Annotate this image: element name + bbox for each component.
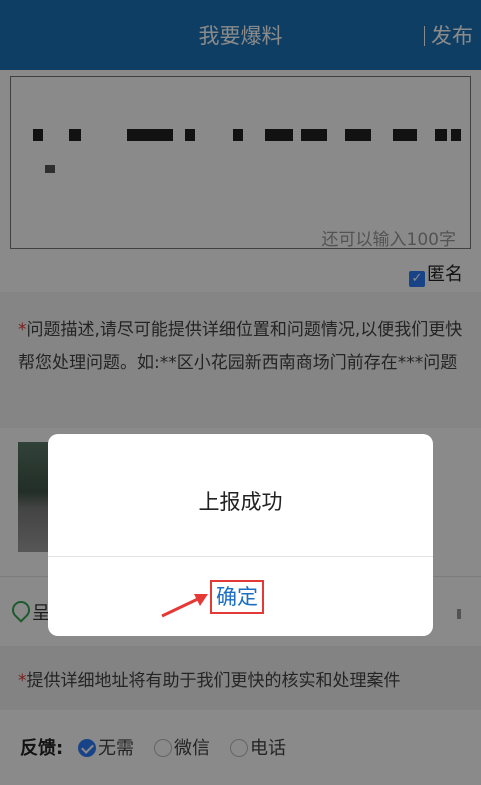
success-dialog: 上报成功 确定 [48, 434, 433, 636]
dialog-divider [48, 556, 433, 557]
arrow-icon [161, 594, 208, 618]
confirm-button[interactable]: 确定 [210, 580, 264, 614]
dialog-message: 上报成功 [198, 490, 283, 514]
modal-overlay [0, 0, 481, 785]
